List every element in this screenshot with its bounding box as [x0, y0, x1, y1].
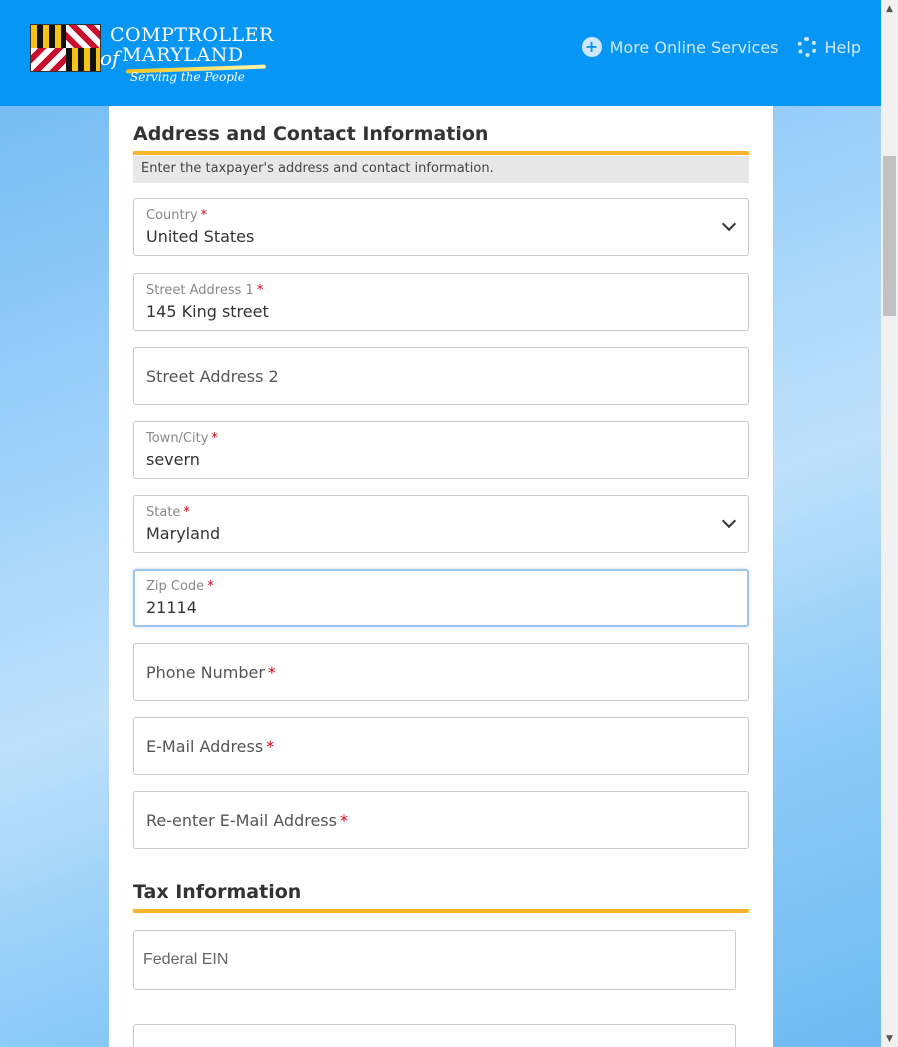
scroll-down-arrow-icon[interactable]: ▼ [881, 1030, 898, 1047]
help-label: Help [824, 37, 861, 57]
zip-code-label: Zip Code * [146, 579, 214, 594]
tax-section-title: Tax Information [133, 881, 302, 903]
address-instructions: Enter the taxpayer's address and contact… [133, 156, 749, 183]
country-select[interactable]: Country * United States [133, 198, 749, 256]
section-rule [133, 909, 749, 913]
state-label: State * [146, 505, 190, 520]
comptroller-logo[interactable]: COMPTROLLER of MARYLAND Serving the Peop… [30, 22, 273, 88]
phone-number-placeholder: Phone Number * [146, 663, 276, 682]
reenter-email-placeholder: Re-enter E-Mail Address * [146, 811, 348, 830]
plus-circle-icon: + [581, 37, 602, 57]
federal-ein-input[interactable]: Federal EIN [133, 930, 736, 990]
phone-number-input[interactable]: Phone Number * [133, 643, 749, 701]
page-background: COMPTROLLER of MARYLAND Serving the Peop… [0, 0, 881, 1047]
page-scrollbar[interactable]: ▲ ▼ [881, 0, 898, 1047]
country-label: Country * [146, 208, 208, 223]
logo-line1: COMPTROLLER [110, 24, 274, 46]
email-address-input[interactable]: E-Mail Address * [133, 717, 749, 775]
country-value: United States [146, 227, 255, 246]
more-online-services-label: More Online Services [609, 37, 779, 57]
help-lifebuoy-icon [796, 37, 817, 57]
next-tax-field-input[interactable] [133, 1024, 736, 1047]
scroll-up-arrow-icon[interactable]: ▲ [881, 0, 898, 17]
street-address-2-input[interactable]: Street Address 2 [133, 347, 749, 405]
state-select[interactable]: State * Maryland [133, 495, 749, 553]
logo-of: of [100, 46, 120, 70]
federal-ein-placeholder: Federal EIN [143, 951, 229, 968]
logo-tagline: Serving the People [130, 70, 245, 84]
town-city-label: Town/City * [146, 431, 218, 446]
chevron-down-icon [721, 513, 737, 529]
state-value: Maryland [146, 524, 221, 543]
maryland-flag-icon [30, 24, 101, 72]
site-header: COMPTROLLER of MARYLAND Serving the Peop… [0, 0, 881, 106]
reenter-email-input[interactable]: Re-enter E-Mail Address * [133, 791, 749, 849]
email-address-placeholder: E-Mail Address * [146, 737, 275, 756]
zip-code-input[interactable]: Zip Code * 21114 [133, 569, 749, 627]
street-address-1-label: Street Address 1 * [146, 283, 264, 298]
help-link[interactable]: Help [796, 37, 861, 57]
street-address-1-value: 145 King street [146, 302, 269, 321]
street-address-2-placeholder: Street Address 2 [146, 367, 279, 386]
town-city-value: severn [146, 450, 200, 469]
section-rule [133, 151, 749, 155]
form-card: Address and Contact Information Enter th… [109, 106, 773, 1047]
town-city-input[interactable]: Town/City * severn [133, 421, 749, 479]
more-online-services-link[interactable]: + More Online Services [581, 37, 779, 57]
logo-line2: MARYLAND [122, 44, 244, 66]
scroll-thumb[interactable] [883, 156, 896, 316]
chevron-down-icon [721, 216, 737, 232]
header-links: + More Online Services Help [581, 37, 861, 57]
street-address-1-input[interactable]: Street Address 1 * 145 King street [133, 273, 749, 331]
zip-code-value: 21114 [146, 598, 197, 617]
address-section-title: Address and Contact Information [133, 123, 489, 145]
